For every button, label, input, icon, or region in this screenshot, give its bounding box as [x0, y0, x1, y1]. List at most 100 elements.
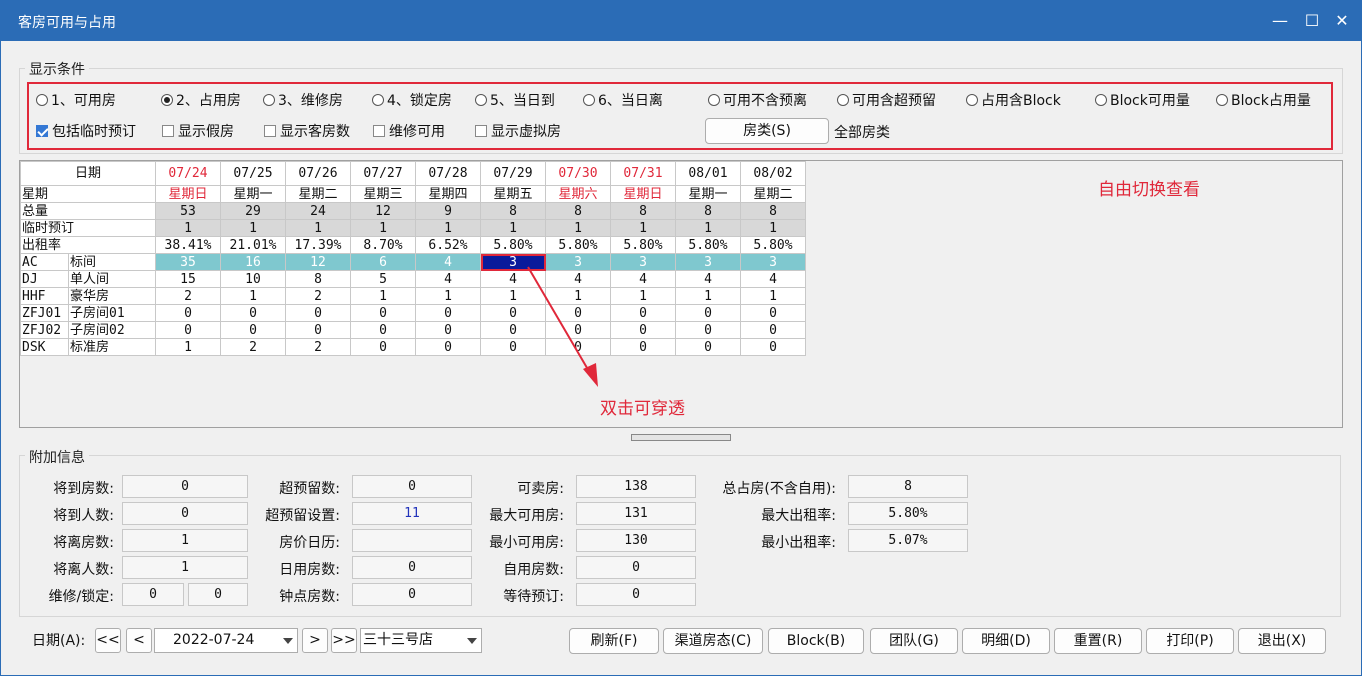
- radio-option[interactable]: 占用含Block: [966, 90, 1061, 110]
- grid-cell[interactable]: 2: [285, 338, 351, 356]
- radio-option[interactable]: 可用不含预离: [708, 90, 807, 110]
- action-button[interactable]: 重置(R): [1054, 628, 1142, 654]
- grid-cell[interactable]: 0: [415, 338, 481, 356]
- date-header-cell[interactable]: 08/01: [675, 161, 741, 186]
- action-button[interactable]: Block(B): [768, 628, 864, 654]
- roomtype-button[interactable]: 房类(S): [705, 118, 829, 144]
- grid-cell[interactable]: 4: [415, 253, 481, 271]
- grid-cell[interactable]: 0: [675, 321, 741, 339]
- grid-cell[interactable]: 6: [350, 253, 416, 271]
- availability-grid-panel[interactable]: 日期 07/24 07/25 07/26 07/27 07/28 07/29 07/30 07/…: [19, 160, 1343, 428]
- grid-cell[interactable]: 1: [155, 338, 221, 356]
- grid-cell[interactable]: 15: [155, 270, 221, 288]
- grid-cell[interactable]: 1: [740, 287, 806, 305]
- checkbox-option[interactable]: 显示假房: [162, 121, 234, 141]
- radio-option[interactable]: 5、当日到: [475, 90, 555, 110]
- room-type-row[interactable]: ZFJ02 子房间02 0 0 0 0 0 0 0 0 0 0: [20, 321, 806, 339]
- room-type-row[interactable]: ZFJ01 子房间01 0 0 0 0 0 0 0 0 0 0: [20, 304, 806, 322]
- nav-prev-button[interactable]: <: [126, 628, 152, 653]
- grid-cell[interactable]: 0: [610, 338, 676, 356]
- panel-splitter[interactable]: [631, 434, 731, 441]
- grid-cell[interactable]: 2: [155, 287, 221, 305]
- grid-cell[interactable]: 5: [350, 270, 416, 288]
- grid-cell[interactable]: 0: [155, 321, 221, 339]
- action-button[interactable]: 渠道房态(C): [663, 628, 763, 654]
- date-header-cell[interactable]: 07/24: [155, 161, 221, 186]
- checkbox-option[interactable]: 显示客房数: [264, 121, 350, 141]
- grid-cell[interactable]: 35: [155, 253, 221, 271]
- grid-cell[interactable]: 0: [220, 304, 286, 322]
- grid-cell[interactable]: 0: [610, 321, 676, 339]
- radio-option[interactable]: 1、可用房: [36, 90, 116, 110]
- date-header-cell[interactable]: 07/30: [545, 161, 611, 186]
- grid-cell[interactable]: 16: [220, 253, 286, 271]
- grid-cell[interactable]: 0: [350, 304, 416, 322]
- radio-option[interactable]: 可用含超预留: [837, 90, 936, 110]
- grid-cell[interactable]: 0: [285, 321, 351, 339]
- room-type-row[interactable]: DJ 单人间 15 10 8 5 4 4 4 4 4 4: [20, 270, 806, 288]
- checkbox-option[interactable]: 维修可用: [373, 121, 445, 141]
- grid-cell[interactable]: 0: [740, 338, 806, 356]
- radio-option[interactable]: 6、当日离: [583, 90, 663, 110]
- date-header-cell[interactable]: 07/28: [415, 161, 481, 186]
- grid-cell[interactable]: 1: [350, 287, 416, 305]
- grid-cell[interactable]: 0: [350, 321, 416, 339]
- date-header-cell[interactable]: 08/02: [740, 161, 806, 186]
- grid-cell[interactable]: 0: [740, 304, 806, 322]
- grid-cell[interactable]: 1: [610, 287, 676, 305]
- grid-cell[interactable]: 12: [285, 253, 351, 271]
- date-header-cell[interactable]: 07/29: [480, 161, 546, 186]
- grid-cell[interactable]: 0: [285, 304, 351, 322]
- grid-cell[interactable]: 2: [285, 287, 351, 305]
- grid-cell[interactable]: 0: [610, 304, 676, 322]
- nav-next-button[interactable]: >: [302, 628, 328, 653]
- grid-cell[interactable]: 0: [740, 321, 806, 339]
- action-button[interactable]: 打印(P): [1146, 628, 1234, 654]
- grid-cell[interactable]: 3: [740, 253, 806, 271]
- radio-option[interactable]: 2、占用房: [161, 90, 241, 110]
- grid-cell[interactable]: 2: [220, 338, 286, 356]
- action-button[interactable]: 退出(X): [1238, 628, 1326, 654]
- grid-cell[interactable]: 1: [675, 287, 741, 305]
- action-button[interactable]: 刷新(F): [569, 628, 659, 654]
- grid-cell[interactable]: 10: [220, 270, 286, 288]
- radio-option[interactable]: 3、维修房: [263, 90, 343, 110]
- date-header-cell[interactable]: 07/31: [610, 161, 676, 186]
- grid-cell[interactable]: 0: [155, 304, 221, 322]
- grid-cell[interactable]: 1: [220, 287, 286, 305]
- room-type-row[interactable]: AC 标间 35 16 12 6 4 3 3 3 3 3: [20, 253, 806, 271]
- minimize-button[interactable]: —: [1266, 8, 1294, 34]
- checkbox-option[interactable]: 包括临时预订: [36, 121, 136, 141]
- grid-cell[interactable]: 0: [415, 304, 481, 322]
- room-type-row[interactable]: HHF 豪华房 2 1 2 1 1 1 1 1 1 1: [20, 287, 806, 305]
- grid-cell[interactable]: 4: [740, 270, 806, 288]
- grid-cell[interactable]: 3: [610, 253, 676, 271]
- grid-cell[interactable]: 3: [675, 253, 741, 271]
- grid-cell[interactable]: 1: [415, 287, 481, 305]
- date-picker[interactable]: 2022-07-24: [154, 628, 298, 653]
- nav-first-button[interactable]: <<: [95, 628, 121, 653]
- date-header-cell[interactable]: 07/27: [350, 161, 416, 186]
- grid-cell[interactable]: 4: [675, 270, 741, 288]
- action-button[interactable]: 团队(G): [870, 628, 958, 654]
- date-header-cell[interactable]: 07/26: [285, 161, 351, 186]
- hotel-select[interactable]: 三十三号店: [360, 628, 482, 653]
- room-type-row[interactable]: DSK 标准房 1 2 2 0 0 0 0 0 0 0: [20, 338, 806, 356]
- close-button[interactable]: ✕: [1328, 8, 1356, 34]
- radio-option[interactable]: Block占用量: [1216, 90, 1311, 110]
- grid-cell[interactable]: 8: [285, 270, 351, 288]
- radio-option[interactable]: 4、锁定房: [372, 90, 452, 110]
- checkbox-option[interactable]: 显示虚拟房: [475, 121, 561, 141]
- grid-cell[interactable]: 0: [675, 304, 741, 322]
- maximize-button[interactable]: ☐: [1298, 8, 1326, 34]
- grid-cell[interactable]: 4: [415, 270, 481, 288]
- grid-cell[interactable]: 0: [415, 321, 481, 339]
- action-button[interactable]: 明细(D): [962, 628, 1050, 654]
- grid-cell[interactable]: 0: [350, 338, 416, 356]
- grid-cell[interactable]: 0: [220, 321, 286, 339]
- nav-last-button[interactable]: >>: [331, 628, 357, 653]
- date-header-cell[interactable]: 07/25: [220, 161, 286, 186]
- grid-cell[interactable]: 4: [610, 270, 676, 288]
- radio-option[interactable]: Block可用量: [1095, 90, 1190, 110]
- grid-cell[interactable]: 0: [675, 338, 741, 356]
